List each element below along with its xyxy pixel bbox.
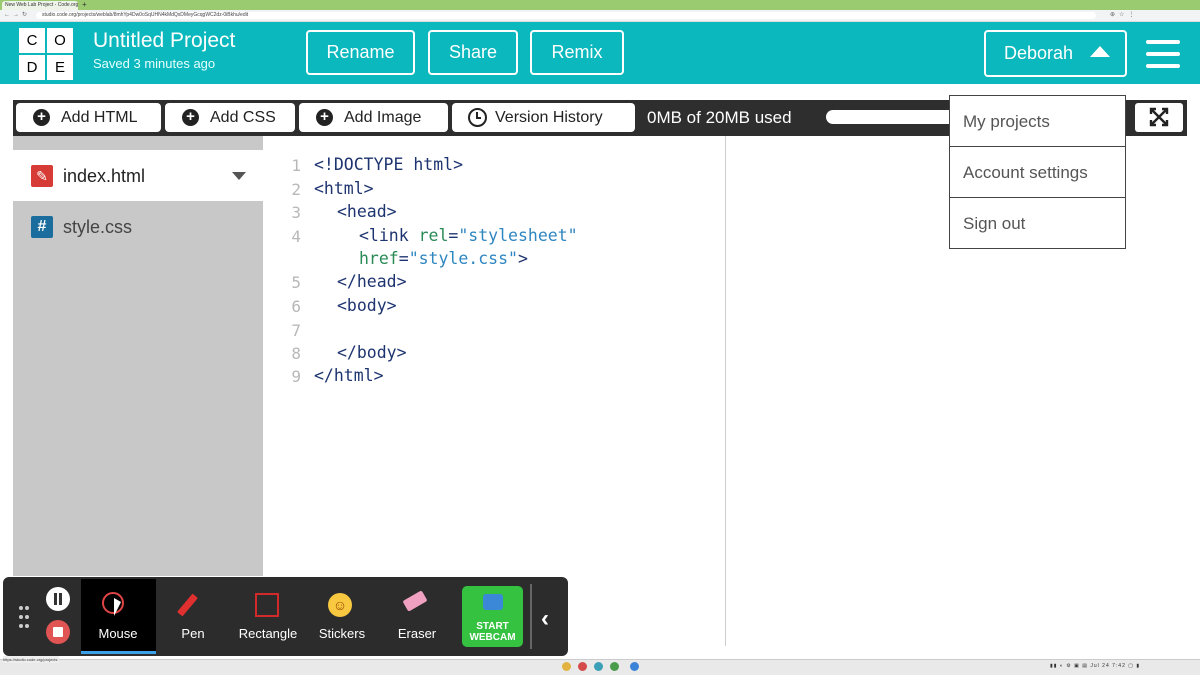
code-line: <body> [337, 296, 397, 315]
new-tab-icon[interactable]: + [82, 0, 87, 10]
file-sidebar [13, 136, 263, 576]
plus-circle-icon: + [316, 109, 333, 126]
cursor-icon [114, 598, 121, 616]
browser-tab-bar [0, 0, 1200, 10]
browser-tab[interactable]: New Web Lab Project - Code.org [2, 1, 78, 10]
webcam-label: START WEBCAM [469, 621, 516, 643]
tray-date: Jul 24 [1090, 663, 1110, 669]
tool-mouse[interactable] [81, 579, 156, 654]
storage-usage: 0MB of 20MB used [647, 108, 792, 127]
code-line: <head> [337, 202, 397, 221]
code-org-logo[interactable]: C O D E [19, 28, 73, 80]
logo-letter: C [19, 28, 45, 53]
chevron-left-icon[interactable]: ‹ [541, 605, 549, 633]
app-icon[interactable] [594, 662, 603, 671]
code-line: </head> [337, 272, 407, 291]
system-tray[interactable]: ▮▮ ◐ ⚙ ▣ ▤ Jul 24 7:42 ▢ ▮ [1050, 660, 1140, 673]
file-item-style-css[interactable]: style.css [63, 217, 132, 238]
menu-item-account-settings[interactable]: Account settings [950, 147, 1125, 198]
code-line: </html> [314, 366, 384, 385]
tool-label: Mouse [98, 626, 138, 641]
status-url: https://studio.code.org/projects [3, 656, 59, 663]
chrome-icon[interactable] [562, 662, 571, 671]
line-number: 7 [291, 321, 301, 340]
user-name: Deborah [1004, 43, 1074, 63]
app-icon[interactable] [630, 662, 639, 671]
code-line: <!DOCTYPE html> [314, 155, 464, 174]
sticker-icon[interactable]: ☺ [328, 593, 352, 617]
add-html-button[interactable]: + Add HTML [16, 103, 161, 132]
pause-recording-button[interactable] [46, 587, 70, 611]
pane-divider[interactable] [725, 136, 726, 646]
line-number: 4 [291, 227, 301, 246]
line-number: 5 [291, 273, 301, 292]
browser-nav-icons[interactable]: ←→↻ [4, 10, 30, 21]
line-number: 6 [291, 297, 301, 316]
saved-status: Saved 3 minutes ago [93, 56, 216, 71]
file-name: index.html [63, 166, 146, 186]
tool-label[interactable]: Eraser [377, 626, 457, 641]
pencil-icon: ✎ [31, 165, 53, 187]
remix-button[interactable]: Remix [530, 30, 624, 75]
version-history-button[interactable]: Version History [452, 103, 635, 132]
tray-time: 7:42 [1112, 663, 1126, 669]
add-css-button[interactable]: + Add CSS [165, 103, 295, 132]
browser-extension-icons[interactable]: ⊕☆⋮ [1110, 10, 1138, 21]
tool-label[interactable]: Pen [153, 626, 233, 641]
hamburger-menu-icon[interactable] [1146, 40, 1180, 68]
webcam-icon [483, 594, 503, 610]
code-line: <html> [314, 179, 374, 198]
hash-icon: # [31, 216, 53, 238]
code-editor[interactable] [263, 136, 725, 646]
rectangle-icon[interactable] [255, 593, 279, 617]
drag-handle-icon[interactable] [19, 606, 29, 628]
caret-up-icon [1090, 46, 1110, 57]
menu-item-my-projects[interactable]: My projects [950, 96, 1125, 147]
tool-label[interactable]: Stickers [302, 626, 382, 641]
project-title: Untitled Project [93, 29, 236, 52]
code-line: </body> [337, 343, 407, 362]
code-line: <link rel="stylesheet" [359, 226, 578, 245]
fullscreen-button[interactable] [1135, 103, 1183, 132]
user-menu-button[interactable]: Deborah [984, 30, 1127, 77]
line-number: 3 [291, 203, 301, 222]
chevron-down-icon[interactable] [232, 172, 246, 180]
line-number: 1 [291, 156, 301, 175]
menu-item-sign-out[interactable]: Sign out [950, 198, 1125, 249]
logo-letter: E [47, 55, 73, 80]
logo-letter: D [19, 55, 45, 80]
logo-letter: O [47, 28, 73, 53]
app-icon[interactable] [610, 662, 619, 671]
rename-button[interactable]: Rename [306, 30, 415, 75]
code-line: href="style.css"> [359, 249, 528, 268]
share-button[interactable]: Share [428, 30, 518, 75]
stop-recording-button[interactable] [46, 620, 70, 644]
plus-circle-icon: + [33, 109, 50, 126]
tool-label[interactable]: Rectangle [228, 626, 308, 641]
line-number: 2 [291, 180, 301, 199]
app-icon[interactable] [578, 662, 587, 671]
line-number: 8 [291, 344, 301, 363]
storage-progress-bar [826, 110, 956, 124]
clock-icon [468, 108, 487, 127]
expand-icon [1149, 107, 1169, 127]
line-number: 9 [291, 367, 301, 386]
toolbar-separator [530, 584, 532, 649]
add-image-button[interactable]: + Add Image [299, 103, 448, 132]
plus-circle-icon: + [182, 109, 199, 126]
url-field[interactable]: studio.code.org/projects/weblab/8mhYp4Dw… [36, 12, 1096, 19]
user-dropdown-menu: My projects Account settings Sign out [949, 95, 1126, 249]
